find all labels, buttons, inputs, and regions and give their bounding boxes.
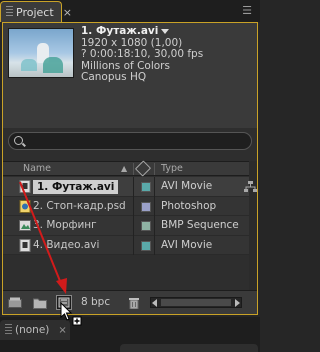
item-name: 3. Морфинг bbox=[33, 219, 97, 231]
horizontal-scrollbar[interactable] bbox=[150, 297, 242, 308]
search-input[interactable] bbox=[8, 132, 252, 150]
label-color-swatch[interactable] bbox=[141, 221, 151, 231]
video-file-icon bbox=[19, 238, 31, 252]
item-name: 4. Видео.avi bbox=[33, 238, 100, 251]
tab-label: Project bbox=[16, 5, 54, 19]
image-sequence-icon bbox=[19, 220, 31, 231]
item-type: Photoshop bbox=[161, 199, 217, 212]
footage-codec: Canopus HQ bbox=[81, 71, 147, 83]
project-panel: 1. Футаж.avi 1920 x 1080 (1,00) ? 0:00:1… bbox=[2, 22, 258, 315]
sort-arrow-icon[interactable]: ▲ bbox=[121, 164, 127, 173]
list-item[interactable]: 4. Видео.avi AVI Movie bbox=[3, 235, 249, 255]
tab-label: (none) bbox=[15, 324, 50, 336]
item-name: 1. Футаж.avi bbox=[33, 180, 119, 194]
label-tag-icon[interactable] bbox=[134, 160, 152, 177]
list-item[interactable]: 3. Морфинг BMP Sequence bbox=[3, 216, 249, 236]
scroll-left-icon[interactable] bbox=[152, 299, 157, 307]
bit-depth-button[interactable]: 8 bpc bbox=[81, 296, 110, 308]
chevron-down-icon[interactable] bbox=[161, 29, 170, 35]
project-panel-window: Project × ☰ 1. Футаж.avi 1920 x 1080 (1,… bbox=[0, 0, 260, 352]
list-item[interactable]: 1. Футаж.avi AVI Movie bbox=[3, 177, 249, 197]
flowchart-icon[interactable] bbox=[244, 181, 257, 193]
item-type: AVI Movie bbox=[161, 238, 213, 251]
label-color-swatch[interactable] bbox=[141, 182, 151, 192]
lower-panel-area bbox=[120, 344, 258, 352]
video-file-icon bbox=[19, 180, 31, 193]
item-type: AVI Movie bbox=[161, 180, 213, 192]
trash-icon[interactable] bbox=[128, 297, 140, 309]
project-bottom-bar: 8 bpc bbox=[3, 290, 257, 314]
interpret-footage-icon[interactable] bbox=[8, 297, 22, 309]
close-icon[interactable]: × bbox=[63, 6, 72, 19]
scrollbar-thumb[interactable] bbox=[161, 299, 231, 306]
label-color-swatch[interactable] bbox=[141, 240, 151, 251]
new-folder-icon[interactable] bbox=[33, 297, 47, 309]
panel-tab-bar: Project × ☰ bbox=[0, 0, 260, 22]
photoshop-file-icon bbox=[19, 199, 31, 213]
label-color-swatch[interactable] bbox=[141, 201, 151, 212]
item-list: 1. Футаж.avi AVI Movie 2. Стоп-кадр.psd … bbox=[3, 177, 249, 255]
column-header-name[interactable]: Name bbox=[23, 163, 51, 174]
item-type: BMP Sequence bbox=[161, 219, 239, 231]
footage-info-area: 1. Футаж.avi 1920 x 1080 (1,00) ? 0:00:1… bbox=[3, 23, 257, 128]
footage-thumbnail bbox=[8, 28, 74, 78]
lower-panel-tab-bar: (none) × bbox=[0, 317, 260, 352]
tab-grip-icon[interactable] bbox=[5, 324, 12, 336]
mouse-cursor-icon bbox=[60, 302, 82, 326]
list-item[interactable]: 2. Стоп-кадр.psd Photoshop bbox=[3, 196, 249, 216]
scroll-right-icon[interactable] bbox=[235, 299, 240, 307]
column-header-type[interactable]: Type bbox=[161, 163, 183, 174]
search-icon bbox=[14, 136, 23, 145]
flyout-menu-icon[interactable]: ☰ bbox=[240, 5, 254, 17]
footage-metadata: 1. Футаж.avi 1920 x 1080 (1,00) ? 0:00:1… bbox=[81, 25, 204, 84]
item-name: 2. Стоп-кадр.psd bbox=[33, 199, 126, 212]
tab-grip-icon[interactable] bbox=[6, 6, 13, 18]
footage-name-dropdown[interactable]: 1. Футаж.avi bbox=[81, 25, 203, 38]
footage-duration: ? 0:00:18:10, 30,00 fps bbox=[81, 48, 204, 60]
tab-project[interactable]: Project × bbox=[0, 1, 72, 22]
column-headers: Name ▲ Type bbox=[3, 160, 257, 177]
